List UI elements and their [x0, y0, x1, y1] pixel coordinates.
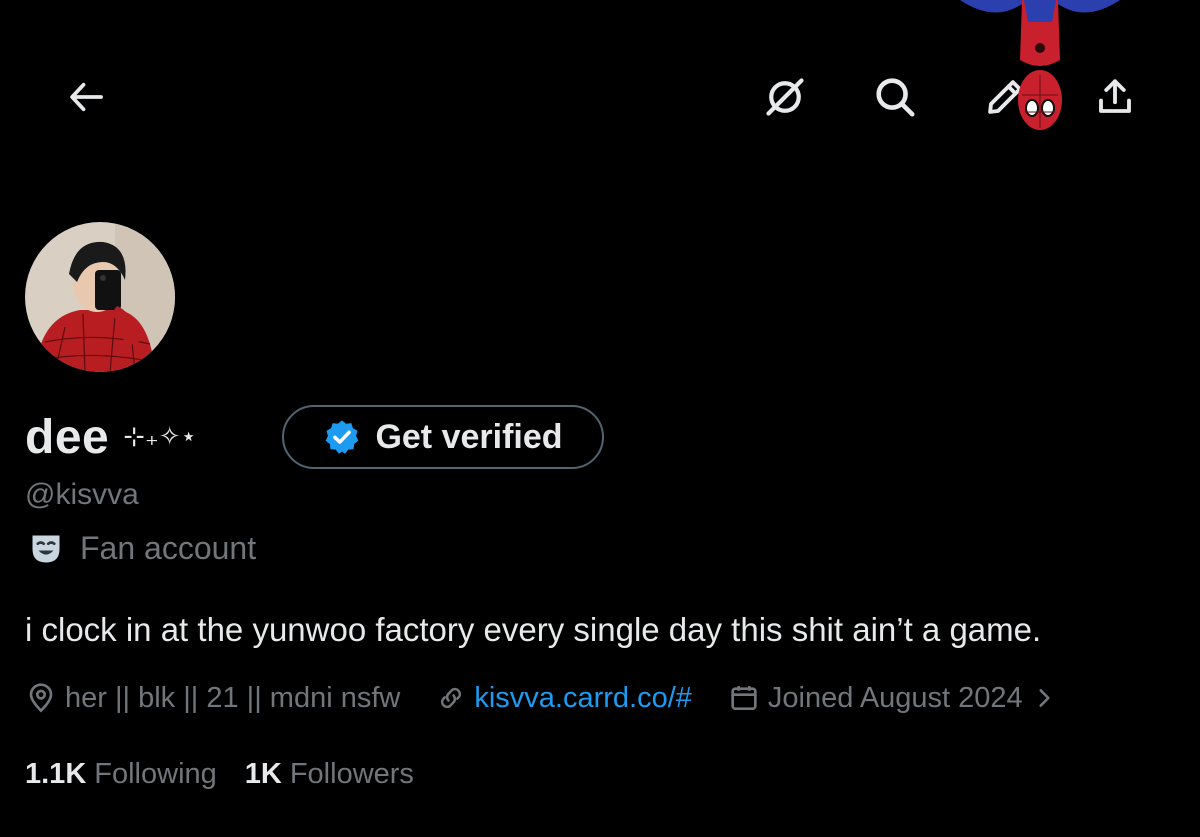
- profile-meta: her || blk || 21 || mdni nsfw kisvva.car…: [25, 678, 1057, 718]
- share-icon[interactable]: [1090, 72, 1140, 122]
- calendar-icon: [731, 686, 757, 710]
- location-item: her || blk || 21 || mdni nsfw: [25, 682, 400, 715]
- followers-count: 1K: [244, 758, 282, 790]
- location-pin-icon: [29, 683, 53, 713]
- user-handle: @kisvva: [25, 478, 139, 511]
- website-link[interactable]: kisvva.carrd.co/#: [474, 682, 692, 715]
- website-item[interactable]: kisvva.carrd.co/#: [436, 682, 692, 715]
- grok-icon[interactable]: [760, 72, 810, 122]
- search-icon[interactable]: [868, 70, 922, 124]
- theater-mask-icon: [32, 535, 60, 562]
- follow-stats: 1.1K Following 1K Followers: [25, 758, 414, 791]
- following-label: Following: [94, 758, 217, 790]
- profile-page: dee ⊹₊✧⋆ Get verified @kisvva Fan accoun…: [0, 0, 1200, 837]
- profile-bio: i clock in at the yunwoo factory every s…: [25, 611, 1042, 648]
- followers-stat[interactable]: 1K Followers: [245, 758, 414, 791]
- joined-text: Joined August 2024: [767, 681, 1023, 714]
- avatar[interactable]: [25, 222, 175, 372]
- link-icon: [441, 687, 462, 709]
- get-verified-button[interactable]: Get verified: [282, 405, 604, 469]
- get-verified-label: Get verified: [375, 417, 563, 456]
- display-name: dee: [25, 410, 110, 464]
- category-label: Fan account: [80, 530, 257, 566]
- name-row: dee ⊹₊✧⋆: [25, 405, 197, 469]
- profile-category: Fan account: [28, 530, 256, 567]
- verified-badge-icon: [326, 420, 359, 454]
- name-sparkles: ⊹₊✧⋆: [123, 422, 197, 452]
- location-text: her || blk || 21 || mdni nsfw: [65, 681, 401, 714]
- following-stat[interactable]: 1.1K Following: [25, 758, 217, 791]
- chevron-right-icon: [1039, 689, 1050, 707]
- joined-item[interactable]: Joined August 2024: [728, 682, 1057, 715]
- followers-label: Followers: [289, 758, 414, 790]
- following-count: 1.1K: [25, 758, 87, 790]
- back-arrow-icon[interactable]: [62, 72, 112, 122]
